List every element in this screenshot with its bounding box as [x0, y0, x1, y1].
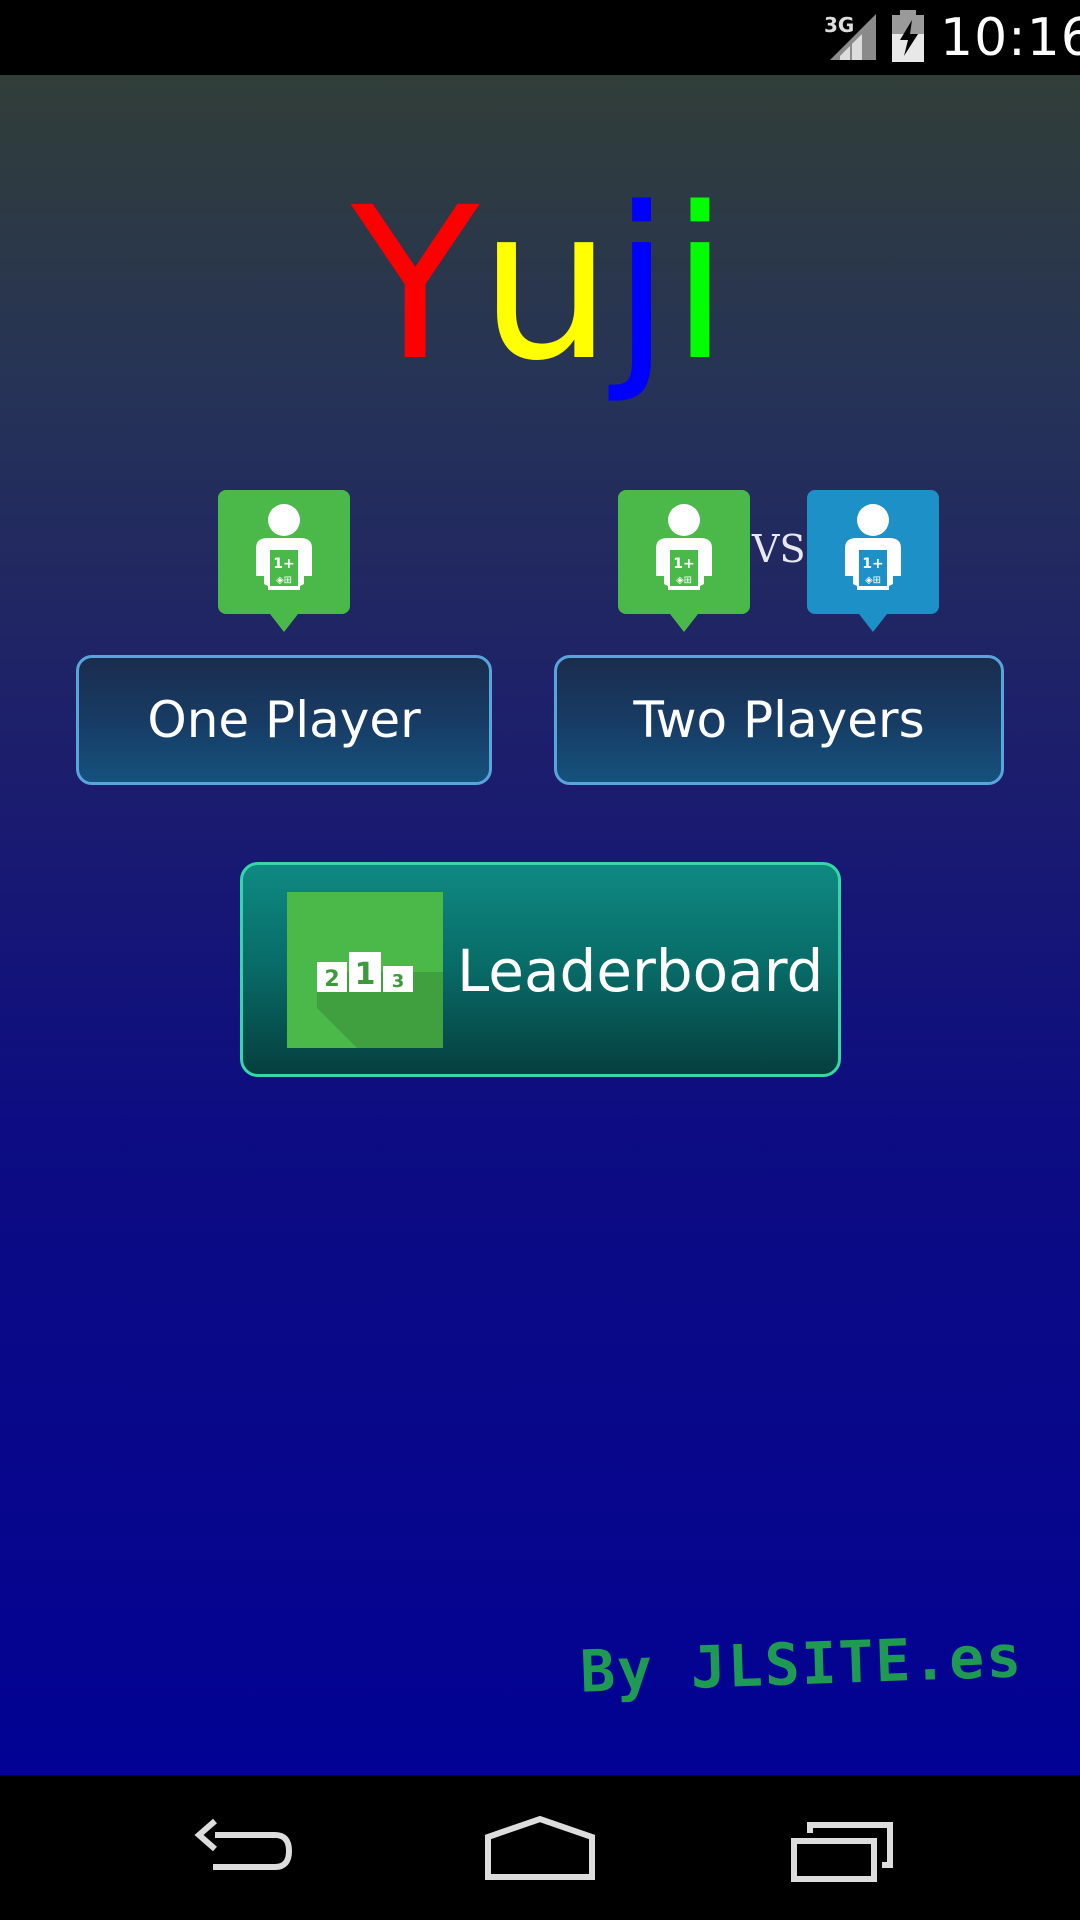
two-players-label: Two Players: [633, 691, 925, 749]
podium-icon: 2 1 3: [287, 892, 443, 1048]
title-letter: i: [670, 162, 730, 407]
svg-text:1+: 1+: [273, 556, 294, 572]
two-players-button[interactable]: Two Players: [554, 655, 1004, 785]
app-screen: Yuji 1+ ◈⊞ 1+ ◈⊞ VS 1+ ◈⊞ One Player Two…: [0, 75, 1080, 1775]
vs-label: VS: [752, 527, 806, 571]
title-letter: j: [612, 162, 671, 407]
title-letter: u: [479, 162, 613, 407]
home-icon[interactable]: [484, 1815, 596, 1885]
svg-text:1: 1: [355, 957, 376, 992]
leaderboard-label: Leaderboard: [457, 937, 824, 1005]
player-pin-icon: 1+ ◈⊞: [807, 490, 939, 632]
title-letter: Y: [350, 162, 480, 407]
leaderboard-button[interactable]: 2 1 3 Leaderboard: [240, 862, 841, 1077]
app-title: Yuji: [0, 175, 1080, 395]
svg-text:◈⊞: ◈⊞: [865, 575, 881, 586]
player-pin-icon: 1+ ◈⊞: [618, 490, 750, 632]
back-icon[interactable]: [185, 1815, 295, 1885]
status-bar: 3G 10:16: [0, 0, 1080, 75]
player-pin-icon: 1+ ◈⊞: [218, 490, 350, 632]
signal-3g-icon: 3G: [824, 13, 876, 60]
svg-text:1+: 1+: [673, 556, 694, 572]
svg-text:◈⊞: ◈⊞: [676, 575, 692, 586]
svg-text:2: 2: [324, 967, 339, 992]
recents-icon[interactable]: [788, 1815, 898, 1885]
svg-text:◈⊞: ◈⊞: [276, 575, 292, 586]
one-player-button[interactable]: One Player: [76, 655, 492, 785]
credit-text: By JLSITE.es: [578, 1622, 1025, 1706]
clock: 10:16: [940, 8, 1080, 68]
navigation-bar: [0, 1775, 1080, 1920]
one-player-label: One Player: [147, 691, 421, 749]
battery-charging-icon: [892, 10, 924, 62]
svg-text:3G: 3G: [824, 13, 854, 37]
svg-text:1+: 1+: [862, 556, 883, 572]
svg-text:3: 3: [392, 971, 405, 992]
